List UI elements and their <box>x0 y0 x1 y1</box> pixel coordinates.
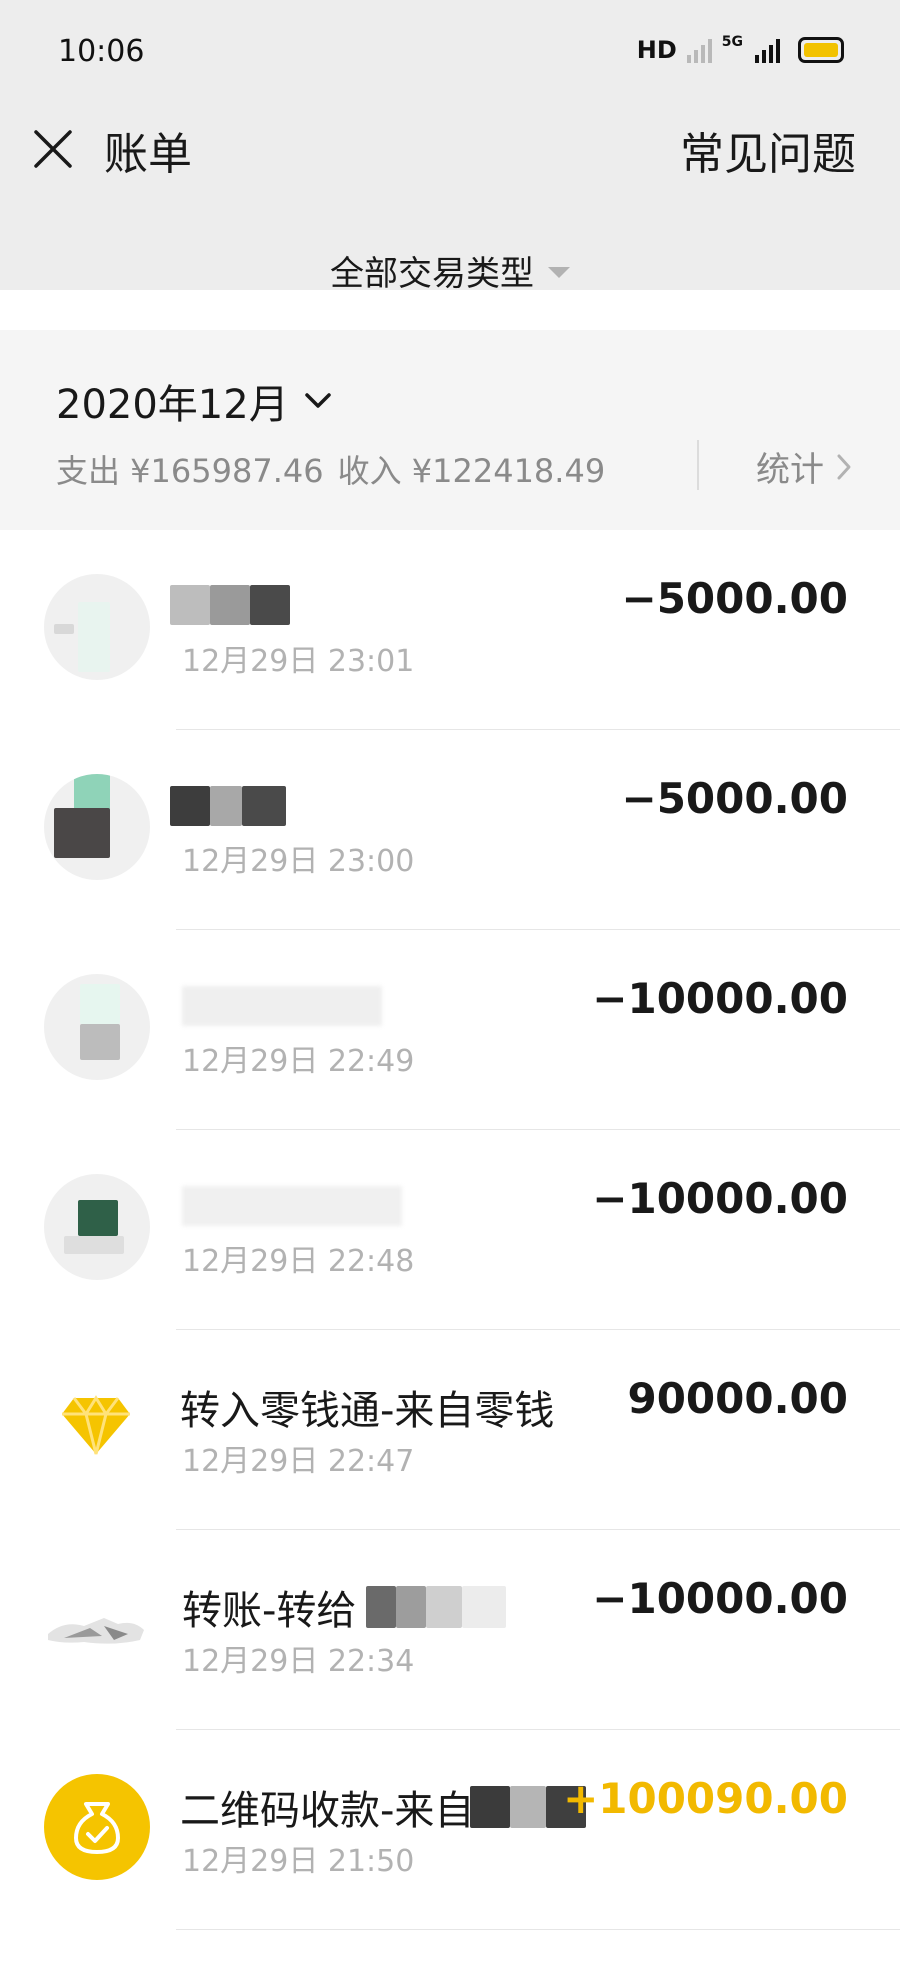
filter-dropdown[interactable]: 全部交易类型 <box>330 246 570 295</box>
transaction-time: 12月29日 22:48 <box>182 1244 415 1279</box>
bank-logo-icon <box>44 574 150 680</box>
transaction-amount: −10000.00 <box>592 974 848 1023</box>
transaction-row[interactable]: 转入零钱通-来自零钱 12月29日 22:47 90000.00 <box>0 1330 900 1530</box>
transaction-row[interactable]: 二维码收款-来自 12月29日 21:50 +100090.00 <box>0 1730 900 1930</box>
transaction-time: 12月29日 21:50 <box>182 1844 415 1879</box>
redacted-name <box>182 986 382 1026</box>
transaction-time: 12月29日 22:47 <box>182 1444 415 1479</box>
hd-indicator: HD <box>636 36 677 64</box>
status-icons: HD 5G <box>636 34 844 64</box>
month-selector[interactable]: 2020年12月 <box>56 372 333 430</box>
transaction-amount: −5000.00 <box>621 574 849 623</box>
transaction-row[interactable]: 12月29日 22:49 −10000.00 <box>0 930 900 1130</box>
expense-total: 支出 ¥165987.46 <box>56 452 324 490</box>
signal-icon-sim1 <box>686 37 712 63</box>
chevron-right-icon <box>837 454 851 479</box>
filter-label: 全部交易类型 <box>330 254 534 294</box>
stats-label: 统计 <box>756 450 824 490</box>
transaction-type-filter: 全部交易类型 <box>0 246 900 295</box>
bank-logo-icon <box>44 1174 150 1280</box>
status-time: 10:06 <box>58 34 145 69</box>
month-summary-panel: 2020年12月 支出 ¥165987.46 收入 ¥122418.49 统计 <box>0 330 900 530</box>
income-total: 收入 ¥122418.49 <box>337 452 606 490</box>
transaction-amount: −10000.00 <box>592 1174 848 1223</box>
transaction-name: 二维码收款-来自 <box>180 1788 475 1834</box>
transaction-name: 转入零钱通-来自零钱 <box>180 1388 555 1434</box>
close-icon[interactable] <box>30 126 76 172</box>
month-totals: 支出 ¥165987.46 收入 ¥122418.49 <box>56 446 605 492</box>
redacted-name <box>182 1186 402 1226</box>
faq-link[interactable]: 常见问题 <box>680 118 856 182</box>
transaction-name: 转账-转给 <box>182 1588 357 1634</box>
avatar-photo-icon <box>44 1590 154 1660</box>
network-type-label: 5G <box>721 34 743 50</box>
page-title: 账单 <box>104 129 192 180</box>
row-divider <box>176 1929 900 1930</box>
transaction-list: 12月29日 23:01 −5000.00 12月29日 23:00 −5000… <box>0 530 900 1930</box>
transaction-time: 12月29日 22:34 <box>182 1644 415 1679</box>
transaction-amount: −10000.00 <box>592 1574 848 1623</box>
stats-link[interactable]: 统计 <box>756 442 852 491</box>
caret-down-icon <box>548 267 570 278</box>
month-label: 2020年12月 <box>56 382 289 428</box>
summary-divider <box>697 440 699 490</box>
transaction-time: 12月29日 22:49 <box>182 1044 415 1079</box>
nav-bar: 账单 常见问题 全部交易类型 <box>0 110 900 294</box>
signal-icon-sim2 <box>755 37 780 63</box>
money-bag-icon <box>44 1774 150 1880</box>
transaction-row[interactable]: 转账-转给 12月29日 22:34 −10000.00 <box>0 1530 900 1730</box>
transaction-amount: +100090.00 <box>563 1774 848 1823</box>
transaction-time: 12月29日 23:01 <box>182 644 415 679</box>
transaction-amount: 90000.00 <box>627 1374 848 1423</box>
bank-logo-icon <box>44 774 150 880</box>
status-bar: 10:06 HD 5G <box>0 0 900 110</box>
transaction-time: 12月29日 23:00 <box>182 844 415 879</box>
transaction-row[interactable]: 12月29日 23:01 −5000.00 <box>0 530 900 730</box>
bank-logo-icon <box>44 974 150 1080</box>
diamond-icon <box>60 1394 132 1458</box>
battery-icon <box>798 37 844 63</box>
chevron-down-icon <box>304 393 331 408</box>
transaction-amount: −5000.00 <box>621 774 849 823</box>
transaction-row[interactable]: 12月29日 22:48 −10000.00 <box>0 1130 900 1330</box>
transaction-row[interactable]: 12月29日 23:00 −5000.00 <box>0 730 900 930</box>
